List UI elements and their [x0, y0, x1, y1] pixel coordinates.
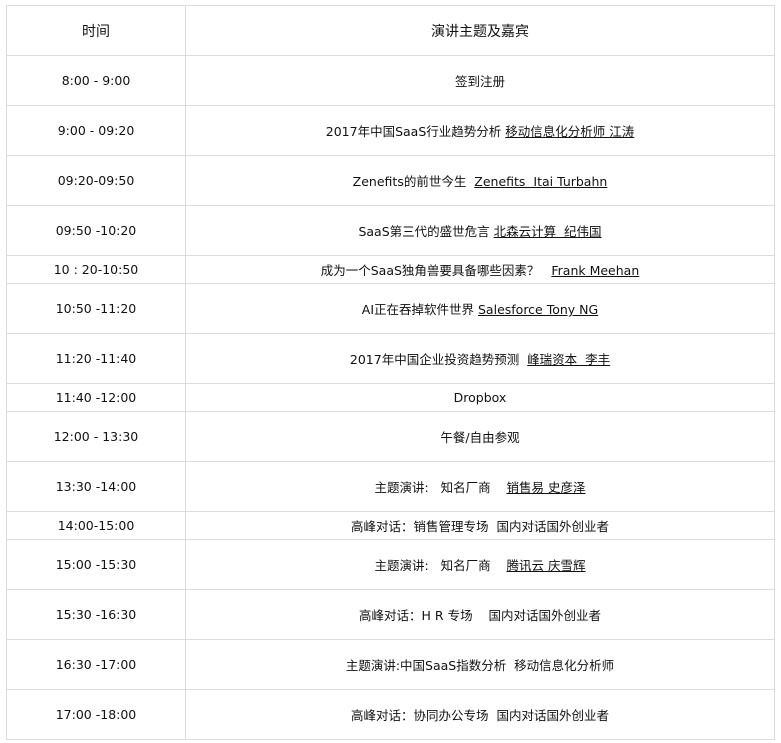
table-row: 11:40 -12:00 Dropbox [6, 383, 775, 412]
table-row: 17:00 -18:00 高峰对话：协同办公专场 国内对话国外创业者 [6, 689, 775, 740]
topic-text: 成为一个SaaS独角兽要具备哪些因素？ [320, 263, 552, 278]
topic-cell: 主题演讲: 知名厂商 销售易 史彦泽 [185, 461, 775, 512]
topic-text: Dropbox [453, 390, 507, 405]
time-cell: 8:00 - 9:00 [6, 55, 186, 106]
topic-text: 主题演讲: 知名厂商 [374, 480, 507, 495]
topic-cell: 2017年中国企业投资趋势预测 峰瑞资本 李丰 [185, 333, 775, 384]
speaker-link[interactable]: 移动信息化分析师 江涛 [505, 124, 634, 139]
topic-cell: 高峰对话：H R 专场 国内对话国外创业者 [185, 589, 775, 640]
topic-text: 午餐/自由参观 [440, 430, 520, 445]
table-row: 9:00 - 09:20 2017年中国SaaS行业趋势分析 移动信息化分析师 江… [6, 105, 775, 156]
speaker-link[interactable]: Frank Meehan [551, 263, 639, 278]
agenda-table: 时间 演讲主题及嘉宾 8:00 - 9:00 签到注册 9:00 - 09:20 20… [6, 5, 775, 740]
topic-text: Zenefits的前世今生 [352, 174, 475, 189]
table-row: 10:50 -11:20 AI正在吞掉软件世界 Salesforce Tony N… [6, 283, 775, 334]
topic-cell: 主题演讲: 知名厂商 腾讯云 庆雪辉 [185, 539, 775, 590]
speaker-link[interactable]: Zenefits Itai Turbahn [474, 174, 607, 189]
table-row: 09:20-09:50 Zenefits的前世今生 Zenefits Itai T… [6, 155, 775, 206]
time-cell: 16:30 -17:00 [6, 639, 186, 690]
time-cell: 15:00 -15:30 [6, 539, 186, 590]
time-cell: 12:00 - 13:30 [6, 411, 186, 462]
time-cell: 9:00 - 09:20 [6, 105, 186, 156]
topic-text: 签到注册 [454, 74, 505, 89]
table-row: 8:00 - 9:00 签到注册 [6, 55, 775, 106]
time-cell: 17:00 -18:00 [6, 689, 186, 740]
topic-cell: SaaS第三代的盛世危言 北森云计算 纪伟国 [185, 205, 775, 256]
topic-text: 2017年中国SaaS行业趋势分析 [325, 124, 506, 139]
topic-cell: 午餐/自由参观 [185, 411, 775, 462]
time-cell: 10 : 20-10:50 [6, 255, 186, 284]
time-cell: 10:50 -11:20 [6, 283, 186, 334]
table-row: 16:30 -17:00 主题演讲:中国SaaS指数分析 移动信息化分析师 [6, 639, 775, 690]
table-row: 09:50 -10:20 SaaS第三代的盛世危言 北森云计算 纪伟国 [6, 205, 775, 256]
table-row: 12:00 - 13:30 午餐/自由参观 [6, 411, 775, 462]
topic-text: 高峰对话：协同办公专场 国内对话国外创业者 [351, 708, 609, 723]
topic-cell: 成为一个SaaS独角兽要具备哪些因素？ Frank Meehan [185, 255, 775, 284]
topic-cell: 签到注册 [185, 55, 775, 106]
topic-cell: Dropbox [185, 383, 775, 412]
speaker-link[interactable]: 腾讯云 庆雪辉 [507, 558, 586, 573]
table-row: 15:00 -15:30 主题演讲: 知名厂商 腾讯云 庆雪辉 [6, 539, 775, 590]
speaker-link[interactable]: 销售易 史彦泽 [507, 480, 586, 495]
topic-cell: 2017年中国SaaS行业趋势分析 移动信息化分析师 江涛 [185, 105, 775, 156]
time-cell: 11:20 -11:40 [6, 333, 186, 384]
time-cell: 13:30 -14:00 [6, 461, 186, 512]
topic-text: 高峰对话：H R 专场 国内对话国外创业者 [359, 608, 601, 623]
table-row: 15:30 -16:30 高峰对话：H R 专场 国内对话国外创业者 [6, 589, 775, 640]
speaker-link[interactable]: Salesforce Tony NG [478, 302, 598, 317]
topic-cell: 高峰对话：销售管理专场 国内对话国外创业者 [185, 511, 775, 540]
topic-text: SaaS第三代的盛世危言 [358, 224, 494, 239]
table-row: 13:30 -14:00 主题演讲: 知名厂商 销售易 史彦泽 [6, 461, 775, 512]
time-cell: 11:40 -12:00 [6, 383, 186, 412]
time-cell: 09:50 -10:20 [6, 205, 186, 256]
topic-cell: Zenefits的前世今生 Zenefits Itai Turbahn [185, 155, 775, 206]
table-row: 11:20 -11:40 2017年中国企业投资趋势预测 峰瑞资本 李丰 [6, 333, 775, 384]
topic-text: AI正在吞掉软件世界 [361, 302, 478, 317]
time-header: 时间 [6, 5, 186, 56]
topic-cell: 高峰对话：协同办公专场 国内对话国外创业者 [185, 689, 775, 740]
topic-text: 高峰对话：销售管理专场 国内对话国外创业者 [351, 519, 609, 534]
table-row: 14:00-15:00 高峰对话：销售管理专场 国内对话国外创业者 [6, 511, 775, 540]
topic-text: 主题演讲: 知名厂商 [374, 558, 507, 573]
time-cell: 09:20-09:50 [6, 155, 186, 206]
topic-header: 演讲主题及嘉宾 [185, 5, 775, 56]
topic-text: 主题演讲:中国SaaS指数分析 移动信息化分析师 [345, 658, 615, 673]
speaker-link[interactable]: 北森云计算 纪伟国 [494, 224, 602, 239]
topic-cell: 主题演讲:中国SaaS指数分析 移动信息化分析师 [185, 639, 775, 690]
time-cell: 14:00-15:00 [6, 511, 186, 540]
speaker-link[interactable]: 峰瑞资本 李丰 [527, 352, 610, 367]
time-cell: 15:30 -16:30 [6, 589, 186, 640]
topic-cell: AI正在吞掉软件世界 Salesforce Tony NG [185, 283, 775, 334]
header-row: 时间 演讲主题及嘉宾 [6, 5, 775, 56]
table-row: 10 : 20-10:50 成为一个SaaS独角兽要具备哪些因素？ Frank M… [6, 255, 775, 284]
topic-text: 2017年中国企业投资趋势预测 [349, 352, 528, 367]
